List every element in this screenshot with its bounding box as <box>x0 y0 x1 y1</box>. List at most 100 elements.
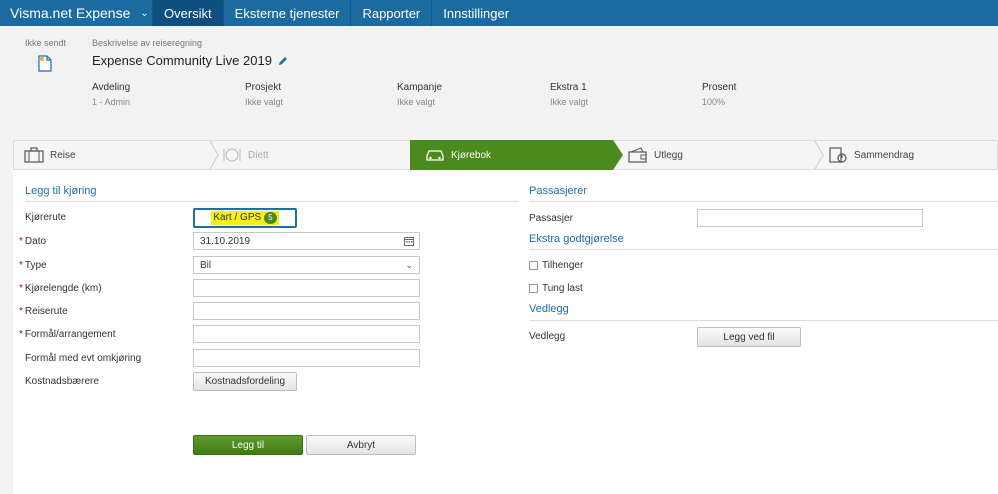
type-label: * Type <box>19 260 47 271</box>
pencil-icon[interactable] <box>277 55 289 67</box>
suitcase-icon <box>24 147 44 163</box>
status-badge: Ikke sendt <box>25 38 67 48</box>
distance-input[interactable] <box>193 279 420 297</box>
gps-button-label: Kart / GPS 5 <box>211 211 279 225</box>
section-divider <box>529 201 998 202</box>
active-step-arrow <box>613 140 623 170</box>
cancel-button[interactable]: Avbryt <box>306 435 416 455</box>
passenger-input[interactable] <box>697 209 923 227</box>
tab-label: Innstillinger <box>443 5 510 21</box>
map-gps-button[interactable]: Kart / GPS 5 <box>193 208 297 228</box>
purpose-label: * Formål/arrangement <box>19 329 116 340</box>
step-kjorebok[interactable]: Kjørebok <box>425 141 491 169</box>
step-sammendrag[interactable]: Sammendrag <box>828 141 914 169</box>
trailer-label: Tilhenger <box>542 260 584 271</box>
distance-label: * Kjørelengde (km) <box>19 283 102 294</box>
detour-label: Formål med evt omkjøring <box>25 353 142 364</box>
expense-header: Ikke sendt Beskrivelse av reiseregning E… <box>0 26 998 122</box>
trip-route-label-text: Reiserute <box>24 306 68 317</box>
chevron-down-icon: ⌄ <box>405 260 413 270</box>
field-value: Ikke valgt <box>550 97 589 107</box>
type-select[interactable]: Bil ⌄ <box>193 256 420 274</box>
field-label: Ekstra 1 <box>550 82 587 93</box>
step-label: Diett <box>248 149 269 161</box>
app-title: Visma.net Expense <box>10 5 131 21</box>
trip-route-input[interactable] <box>193 302 420 320</box>
field-label: Prosjekt <box>245 82 282 93</box>
purpose-input[interactable] <box>193 325 420 343</box>
type-label-text: Type <box>24 260 47 271</box>
summary-icon <box>829 147 847 163</box>
wallet-icon <box>628 147 647 163</box>
tab-label: Rapporter <box>362 5 421 21</box>
app-brand-menu[interactable]: Visma.net Expense ⌄ <box>0 0 152 26</box>
step-label: Sammendrag <box>854 149 915 161</box>
heavy-load-label: Tung last <box>542 283 583 294</box>
section-title-add-trip: Legg til kjøring <box>25 185 97 197</box>
field-value: 1 - Admin <box>92 97 131 107</box>
section-divider <box>25 201 519 202</box>
tab-oversikt[interactable]: Oversikt <box>152 0 223 26</box>
step-separator <box>209 141 219 169</box>
cost-distribution-button[interactable]: Kostnadsfordeling <box>193 372 297 391</box>
step-utlegg[interactable]: Utlegg <box>628 141 683 169</box>
tab-label: Eksterne tjenester <box>234 5 340 21</box>
step-diett: Diett <box>222 141 269 169</box>
section-divider <box>529 249 998 250</box>
heavy-load-checkbox[interactable] <box>529 284 538 293</box>
required-marker: * <box>19 283 23 294</box>
wizard-steps: Reise Diett Kjørebok Utlegg Sammendrag <box>13 140 998 170</box>
field-value: 100% <box>702 97 726 107</box>
date-label: * Dato <box>19 236 46 247</box>
date-value: 31.10.2019 <box>200 236 251 247</box>
section-title-passengers: Passasjerer <box>529 185 588 197</box>
gps-label: Kart / GPS <box>213 212 262 223</box>
attach-file-button[interactable]: Legg ved fil <box>697 327 801 347</box>
field-ekstra-1: Ekstra 1 Ikke valgt <box>550 82 588 107</box>
date-input[interactable]: 31.10.2019 <box>193 232 420 250</box>
tab-eksterne-tjenester[interactable]: Eksterne tjenester <box>222 0 351 26</box>
description-label: Beskrivelse av reiseregning <box>92 38 203 48</box>
car-icon <box>426 150 444 161</box>
field-prosjekt: Prosjekt Ikke valgt <box>245 82 283 107</box>
required-marker: * <box>19 260 23 271</box>
route-label: Kjørerute <box>25 212 67 223</box>
tab-rapporter[interactable]: Rapporter <box>350 0 431 26</box>
field-value: Ikke valgt <box>397 97 436 107</box>
step-reise[interactable]: Reise <box>24 141 76 169</box>
detour-input[interactable] <box>193 349 420 367</box>
description-value: Expense Community Live 2019 <box>92 53 289 68</box>
trailer-checkbox[interactable] <box>529 261 538 270</box>
field-avdeling: Avdeling 1 - Admin <box>92 82 130 107</box>
distance-label-text: Kjørelengde (km) <box>24 283 102 294</box>
required-marker: * <box>19 236 23 247</box>
gps-count-badge: 5 <box>264 212 277 224</box>
field-label: Prosent <box>702 82 737 93</box>
step-label: Utlegg <box>654 149 683 161</box>
add-button[interactable]: Legg til <box>193 435 303 455</box>
section-title-extra-allowance: Ekstra godtgjørelse <box>529 233 624 245</box>
chevron-down-icon: ⌄ <box>140 7 149 19</box>
page-title: Expense Community Live 2019 <box>92 53 272 68</box>
date-label-text: Dato <box>24 236 47 247</box>
tab-label: Oversikt <box>164 5 212 21</box>
calendar-icon[interactable] <box>404 236 414 246</box>
field-kampanje: Kampanje Ikke valgt <box>397 82 442 107</box>
field-value: Ikke valgt <box>245 97 284 107</box>
field-label: Avdeling <box>92 82 131 93</box>
section-title-attachments: Vedlegg <box>529 303 569 315</box>
driving-log-form: Legg til kjøring Kjørerute Kart / GPS 5 *… <box>13 170 998 494</box>
purpose-label-text: Formål/arrangement <box>24 329 116 340</box>
trip-route-label: * Reiserute <box>19 306 68 317</box>
field-prosent: Prosent 100% <box>702 82 736 107</box>
passenger-label: Passasjer <box>529 213 573 224</box>
required-marker: * <box>19 329 23 340</box>
step-label: Kjørebok <box>451 149 492 161</box>
type-value: Bil <box>200 260 212 271</box>
tab-innstillinger[interactable]: Innstillinger <box>431 0 520 26</box>
required-marker: * <box>19 306 23 317</box>
plate-icon <box>223 148 241 162</box>
step-label: Reise <box>50 149 76 161</box>
document-icon <box>38 55 52 72</box>
attachment-label: Vedlegg <box>529 331 566 342</box>
